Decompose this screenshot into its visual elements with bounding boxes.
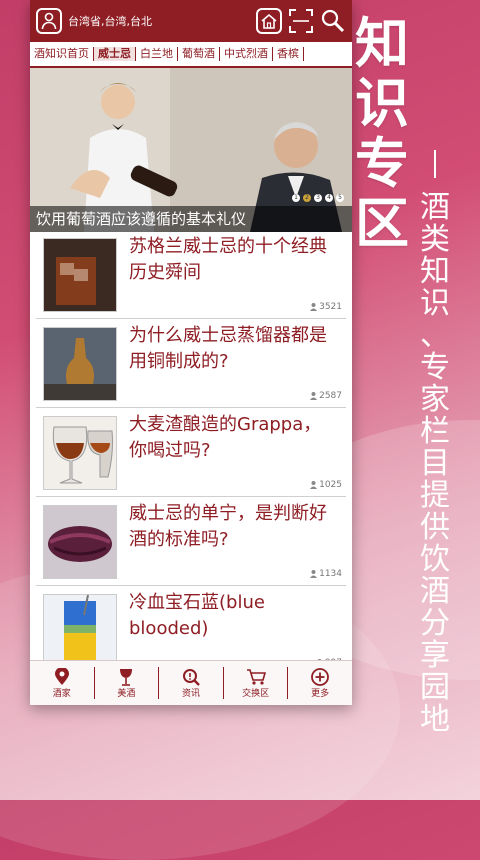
user-icon	[310, 392, 318, 400]
user-icon	[310, 570, 318, 578]
cart-icon	[246, 668, 266, 685]
slider-dot-active[interactable]: 2	[303, 194, 311, 202]
article-title: 冷血宝石蓝(blue blooded)	[129, 592, 265, 639]
tab-whisky[interactable]: 威士忌	[94, 47, 136, 61]
tab-chinese-liquor[interactable]: 中式烈酒	[220, 47, 273, 61]
promo-tagline-char: 饮	[420, 542, 450, 577]
user-icon	[310, 481, 318, 489]
scan-icon[interactable]	[288, 8, 314, 34]
location-text[interactable]: 台湾省,台湾,台北	[68, 13, 256, 29]
nav-label: 酒家	[52, 688, 71, 699]
nav-label: 资讯	[181, 688, 200, 699]
nav-wine[interactable]: 美酒	[95, 667, 160, 699]
list-item[interactable]: 威士忌的单宁，是判断好酒的标准吗? 1134	[36, 497, 346, 586]
view-count-value: 1134	[319, 569, 342, 579]
app-screen: 台湾省,台湾,台北 酒知识首页 威士忌 白兰地 葡萄酒 中式烈酒 香槟 1 2 …	[30, 0, 352, 705]
list-item[interactable]: 大麦渣酿造的Grappa，你喝过吗? 1025	[36, 408, 346, 497]
view-count: 1025	[310, 480, 342, 490]
nav-label: 交换区	[242, 688, 270, 699]
list-item[interactable]: 苏格兰威士忌的十个经典历史舜间 3521	[36, 230, 346, 319]
promo-headline: 知 识 专 区	[355, 14, 415, 254]
promo-tagline-char: 专	[420, 350, 450, 385]
article-title: 大麦渣酿造的Grappa，你喝过吗?	[129, 414, 322, 461]
category-tabs: 酒知识首页 威士忌 白兰地 葡萄酒 中式烈酒 香槟	[30, 42, 352, 68]
article-title: 为什么威士忌蒸馏器都是用铜制成的?	[129, 325, 327, 372]
promo-tagline-char: 分	[420, 606, 450, 641]
view-count-value: 1025	[319, 480, 342, 490]
article-title: 威士忌的单宁，是判断好酒的标准吗?	[129, 503, 327, 550]
user-icon	[310, 303, 318, 311]
banner-caption[interactable]: 饮用葡萄酒应该遵循的基本礼仪	[30, 206, 352, 232]
promo-headline-char: 知	[355, 12, 409, 75]
article-thumbnail	[43, 416, 117, 490]
promo-tagline: 酒 类 知 识 、 专 家 栏 目 提 供 饮 酒 分 享 园 地	[418, 192, 452, 736]
article-title: 苏格兰威士忌的十个经典历史舜间	[129, 236, 327, 283]
promo-headline-char: 专	[355, 132, 409, 195]
view-count-value: 2587	[319, 391, 342, 401]
nav-exchange[interactable]: 交换区	[224, 667, 289, 699]
promo-tagline-char: 供	[420, 510, 450, 545]
promo-tagline-char: 酒	[420, 574, 450, 609]
article-thumbnail	[43, 327, 117, 401]
view-count: 1134	[310, 569, 342, 579]
tab-champagne[interactable]: 香槟	[273, 47, 304, 61]
promo-tagline-char: 酒	[420, 190, 450, 225]
info-search-icon	[182, 668, 200, 686]
home-icon[interactable]	[256, 8, 282, 34]
promo-tagline-char: 目	[420, 446, 450, 481]
search-icon[interactable]	[320, 8, 346, 34]
article-thumbnail	[43, 238, 117, 312]
view-count: 3521	[310, 302, 342, 312]
promo-tagline-char: 家	[420, 382, 450, 417]
slider-dot[interactable]: 5	[336, 194, 344, 202]
promo-headline-char: 区	[355, 192, 409, 255]
promo-tagline-char: 栏	[420, 414, 450, 449]
user-icon[interactable]	[36, 8, 62, 34]
article-list: 苏格兰威士忌的十个经典历史舜间 3521 为什么威士忌蒸馏器都是用铜制成的? 2…	[30, 230, 352, 674]
tab-wine[interactable]: 葡萄酒	[178, 47, 220, 61]
view-count: 2587	[310, 391, 342, 401]
list-item[interactable]: 为什么威士忌蒸馏器都是用铜制成的? 2587	[36, 319, 346, 408]
slider-dot[interactable]: 1	[292, 194, 300, 202]
promo-headline-char: 识	[355, 72, 409, 135]
bottom-navigation: 酒家 美酒 资讯 交换区 更多	[30, 660, 352, 705]
promo-tagline-char: 园	[420, 670, 450, 705]
tab-home[interactable]: 酒知识首页	[30, 47, 94, 61]
app-header: 台湾省,台湾,台北	[30, 0, 352, 42]
nav-news[interactable]: 资讯	[159, 667, 224, 699]
article-thumbnail	[43, 594, 117, 668]
promo-divider	[434, 150, 436, 178]
promo-tagline-char: 识	[420, 286, 450, 321]
nav-restaurants[interactable]: 酒家	[30, 667, 95, 699]
view-count-value: 3521	[319, 302, 342, 312]
promo-tagline-char: 、	[420, 318, 450, 353]
slider-dot[interactable]: 3	[314, 194, 322, 202]
article-thumbnail	[43, 505, 117, 579]
promo-tagline-char: 享	[420, 638, 450, 673]
plus-circle-icon	[311, 667, 330, 686]
banner-slider[interactable]: 1 2 3 4 5 饮用葡萄酒应该遵循的基本礼仪	[30, 68, 352, 232]
slider-dot[interactable]: 4	[325, 194, 333, 202]
location-pin-icon	[54, 667, 69, 685]
promo-tagline-char: 提	[420, 478, 450, 513]
promo-tagline-char: 类	[420, 222, 450, 257]
promo-tagline-char: 地	[420, 702, 450, 737]
nav-label: 美酒	[117, 688, 136, 699]
slider-dots: 1 2 3 4 5	[292, 194, 344, 202]
wine-glass-icon	[120, 668, 133, 686]
promo-tagline-char: 知	[420, 254, 450, 289]
nav-more[interactable]: 更多	[288, 667, 352, 699]
nav-label: 更多	[311, 688, 330, 699]
tab-brandy[interactable]: 白兰地	[136, 47, 178, 61]
